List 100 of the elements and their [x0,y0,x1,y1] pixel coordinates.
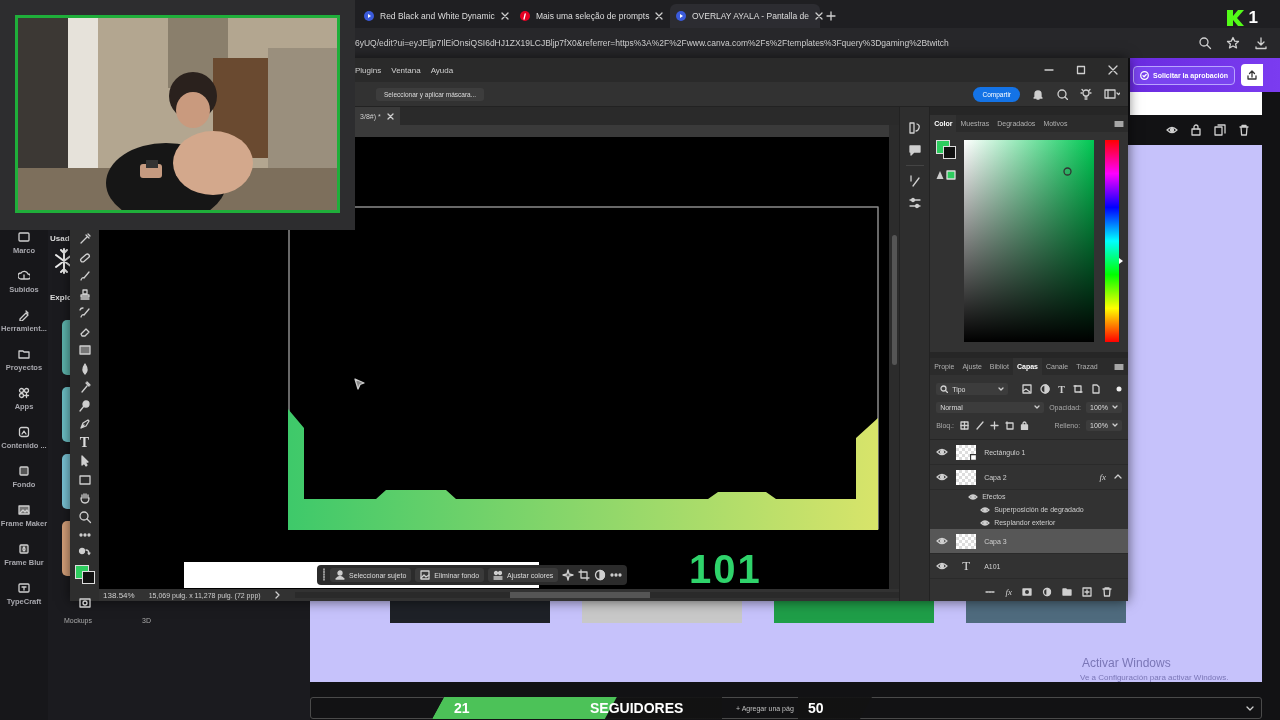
picker-handle-icon[interactable] [1063,167,1073,176]
type-filter[interactable]: T [1058,383,1065,395]
image-icon [18,504,30,516]
pen-icon[interactable] [77,417,92,431]
quick-mask-icon[interactable] [77,595,92,610]
trash-icon[interactable] [1102,587,1112,597]
adjustment-icon[interactable] [1042,587,1052,597]
eye-icon[interactable] [936,560,949,572]
menu-icon[interactable] [1114,361,1124,372]
mask-icon[interactable] [1022,587,1032,597]
canvas-text: 101 [689,551,762,587]
menu-icon[interactable] [1114,118,1124,129]
eye-icon[interactable] [980,517,991,528]
contrast-icon[interactable] [1040,384,1051,394]
move-icon[interactable] [990,420,1000,430]
zoom-icon[interactable] [1198,36,1212,50]
scrollbar-thumb[interactable] [891,235,897,365]
browser-tab[interactable]: Red Black and White Dynamic [358,4,508,28]
bandage-icon[interactable] [77,250,92,265]
dodge-icon[interactable] [77,398,92,413]
caret-icon [1034,404,1041,410]
gradient-icon[interactable] [77,343,92,357]
close-icon[interactable] [1108,65,1118,75]
browser-tab[interactable]: Mais uma seleção de prompts [514,4,664,28]
history-icon[interactable] [907,121,922,135]
square-icon [18,465,30,477]
eye-icon[interactable] [936,471,949,483]
browser-tab[interactable]: OVERLAY AYALA - Pantalla de [670,4,820,28]
brush-icon[interactable] [975,420,985,430]
lightbulb-icon[interactable] [1080,88,1092,100]
image-icon[interactable] [1022,384,1033,394]
folder-icon[interactable] [1062,587,1072,597]
close-icon[interactable] [386,112,394,120]
content-icon [18,426,30,438]
shape-filter-icon[interactable] [1072,384,1083,394]
template-thumbnail[interactable] [62,454,70,509]
play-icon [676,11,686,21]
toggle-icon[interactable] [1116,386,1122,392]
layer-thumbnail [956,469,977,485]
sparkle-icon[interactable] [562,569,575,581]
template-thumbnail[interactable] [62,387,70,442]
close-icon[interactable] [815,12,824,20]
copy-icon[interactable] [1214,124,1226,136]
zoom-icon[interactable] [77,509,92,524]
eye-icon[interactable] [1166,124,1178,136]
eye-icon[interactable] [936,446,949,458]
brush-icon[interactable] [77,269,92,283]
color-swatches[interactable] [936,140,957,160]
download-icon[interactable] [1254,36,1268,50]
hue-slider[interactable] [1105,140,1120,342]
effects-button[interactable]: fx [1005,587,1012,597]
hand-icon[interactable] [77,491,92,505]
lock-icon[interactable] [1020,420,1030,430]
menu-item[interactable]: Ayuda [430,65,454,75]
eye-icon[interactable] [968,491,979,502]
bell-icon[interactable] [1032,88,1044,100]
search-icon[interactable] [1056,88,1068,100]
follower-count: 21 [454,700,470,716]
template-thumbnail[interactable] [62,320,70,375]
adjustments-icon[interactable] [907,196,922,210]
scrollbar-thumb[interactable] [509,592,650,598]
shape-icon [970,453,978,461]
comment-icon[interactable] [907,143,922,157]
contrast-icon[interactable] [594,569,607,581]
menu-item[interactable]: Ventana [391,65,421,75]
brush-settings-icon[interactable] [907,174,922,188]
plus-icon[interactable] [826,11,836,21]
caret-icon [1112,404,1118,410]
bookmark-star-icon[interactable] [1226,36,1240,50]
caret-icon [1112,422,1118,428]
menu-item[interactable]: Plugins [355,65,382,75]
maximize-icon[interactable] [1076,65,1086,75]
brush-icon[interactable] [77,306,92,320]
crop-icon[interactable] [578,569,591,581]
frame-icon [18,231,30,243]
color-field[interactable] [964,140,1095,342]
layout-icon[interactable] [1104,88,1120,100]
lock-pixels-icon[interactable] [960,420,970,430]
new-layer-icon[interactable] [1082,587,1092,597]
chevron-icon[interactable] [274,591,281,599]
smart-object-icon[interactable] [1090,384,1101,394]
eye-icon[interactable] [980,504,991,515]
play-icon [364,11,374,21]
close-icon[interactable] [500,12,509,20]
search-icon [940,385,949,393]
close-icon[interactable] [655,12,664,20]
color-swatches[interactable] [74,565,95,585]
artboard-icon[interactable] [1005,420,1015,430]
share-button[interactable] [1241,64,1264,86]
person-icon [335,570,346,580]
type-tool[interactable]: T [79,435,90,450]
notification-count: 1 [1248,8,1258,28]
trash-icon[interactable] [1238,124,1250,136]
template-thumbnail[interactable] [62,521,70,576]
caret-icon[interactable] [1114,473,1122,481]
layer-thumbnail [956,533,977,549]
rectangle-icon[interactable] [77,472,92,487]
stamp-icon[interactable] [77,287,92,302]
check-circle-icon [1140,70,1149,80]
lock-icon[interactable] [1190,124,1202,136]
